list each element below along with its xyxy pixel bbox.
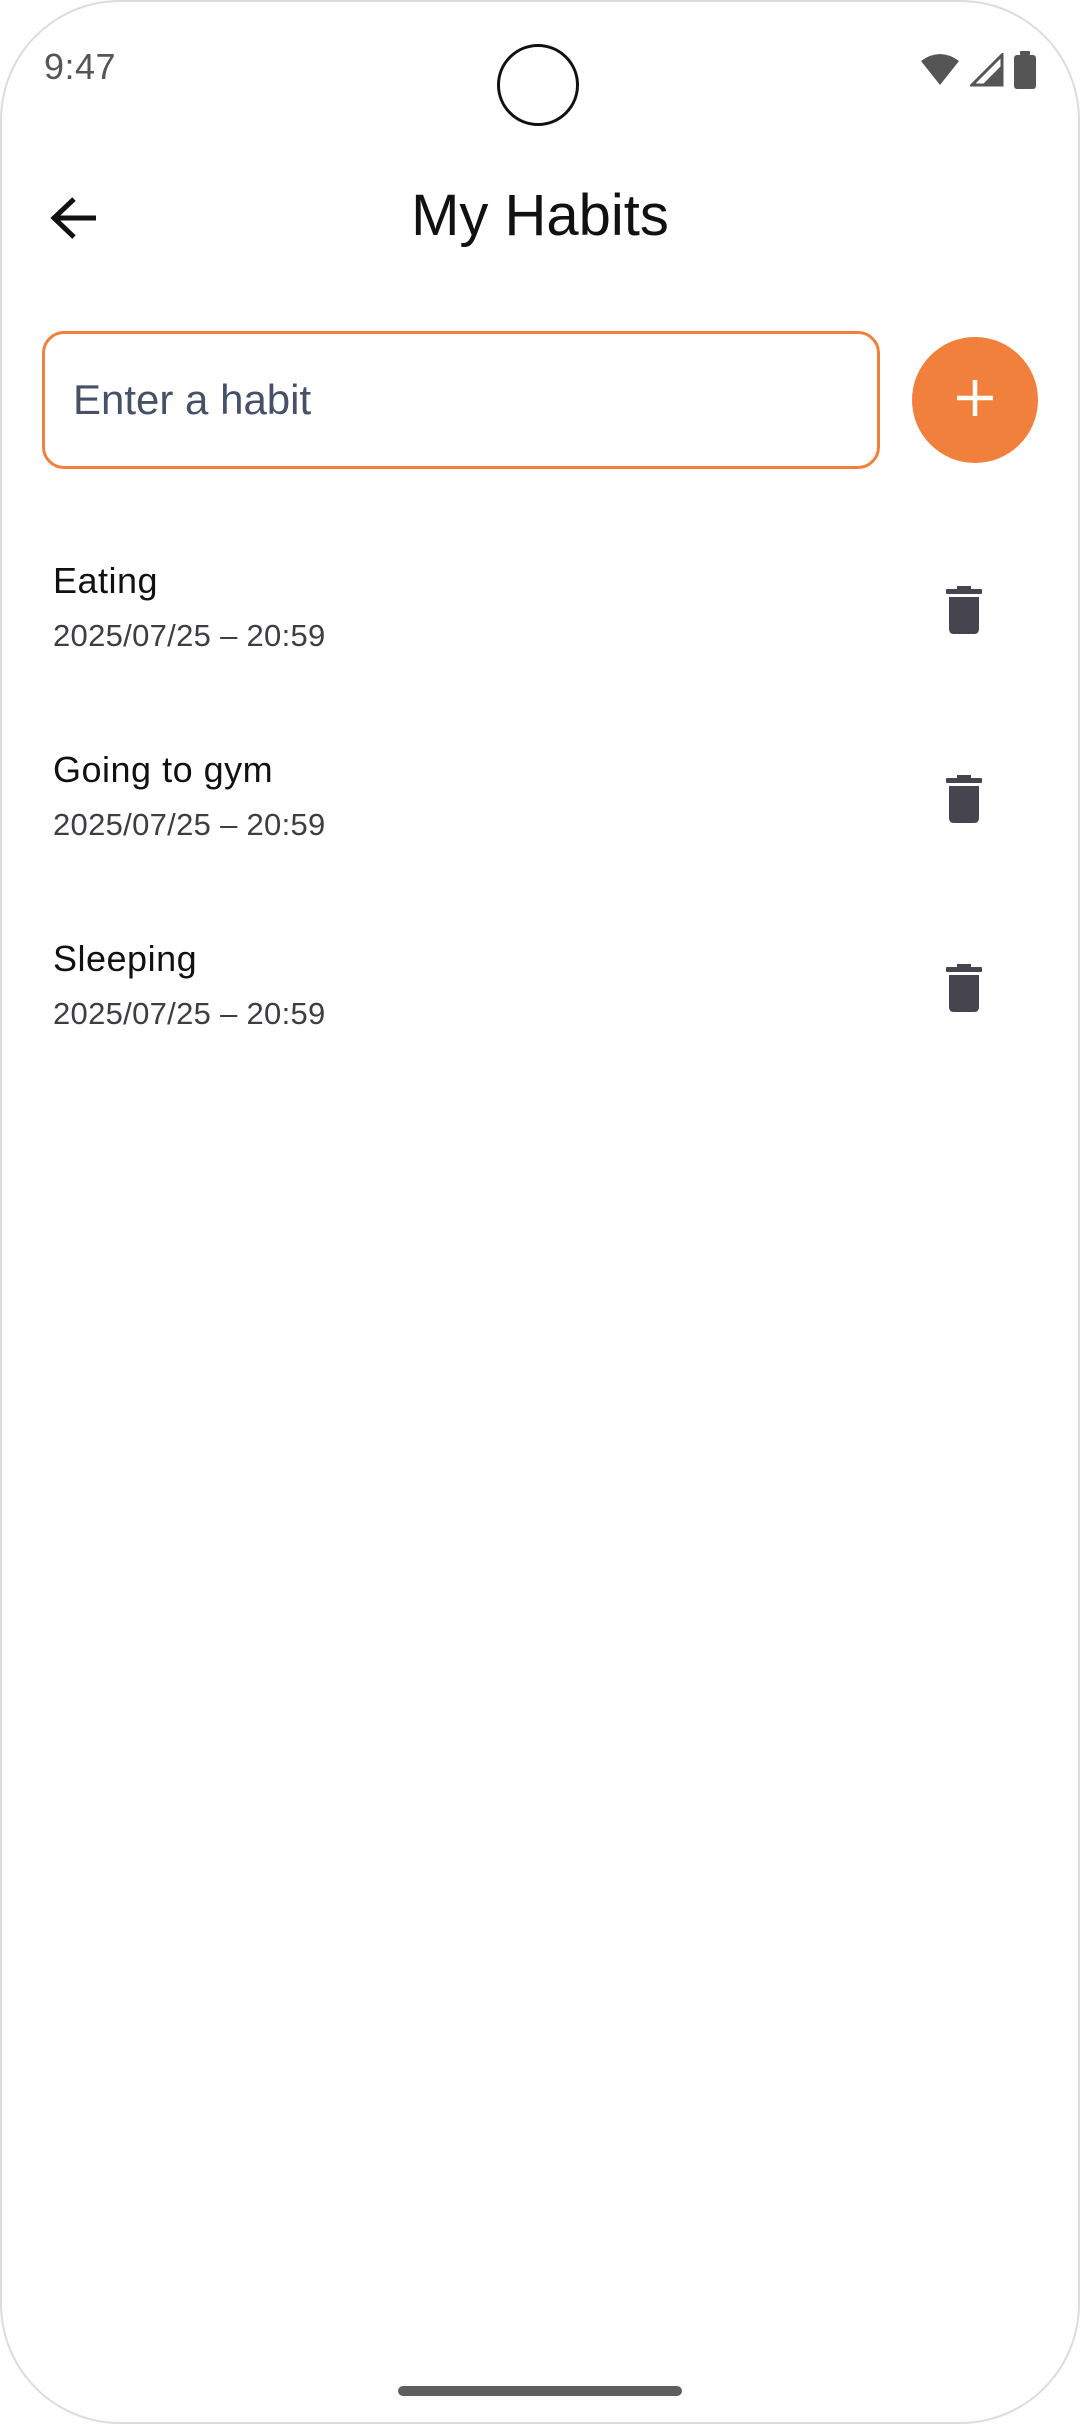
trash-icon <box>946 585 982 639</box>
trash-icon <box>946 963 982 1017</box>
habit-date: 2025/07/25 – 20:59 <box>53 618 326 653</box>
page-title: My Habits <box>411 183 669 248</box>
trash-icon <box>946 774 982 828</box>
delete-button[interactable] <box>924 950 1004 1030</box>
list-item[interactable]: Eating 2025/07/25 – 20:59 <box>0 530 1080 700</box>
list-item[interactable]: Sleeping 2025/07/25 – 20:59 <box>0 908 1080 1078</box>
list-item[interactable]: Going to gym 2025/07/25 – 20:59 <box>0 719 1080 889</box>
phone-screen: 9:47 My Habits Enter a habit Eating 2025… <box>0 0 1080 2424</box>
cellular-signal-icon <box>970 53 1004 87</box>
app-bar: My Habits <box>0 160 1080 270</box>
add-habit-button[interactable] <box>912 337 1038 463</box>
camera-cutout <box>497 44 579 126</box>
habit-name: Eating <box>53 560 159 601</box>
habit-date: 2025/07/25 – 20:59 <box>53 807 326 842</box>
delete-button[interactable] <box>924 572 1004 652</box>
delete-button[interactable] <box>924 761 1004 841</box>
habit-name: Sleeping <box>53 938 198 979</box>
status-bar: 9:47 <box>0 0 1080 140</box>
habit-input-container <box>42 331 880 469</box>
plus-icon <box>955 378 995 423</box>
wifi-icon <box>920 53 960 87</box>
battery-icon <box>1014 51 1036 89</box>
gesture-navigation-bar[interactable] <box>398 2386 682 2396</box>
habit-input[interactable] <box>73 334 853 466</box>
habit-date: 2025/07/25 – 20:59 <box>53 996 326 1031</box>
habit-name: Going to gym <box>53 749 274 790</box>
status-time: 9:47 <box>44 46 117 87</box>
status-icons <box>920 50 1036 90</box>
